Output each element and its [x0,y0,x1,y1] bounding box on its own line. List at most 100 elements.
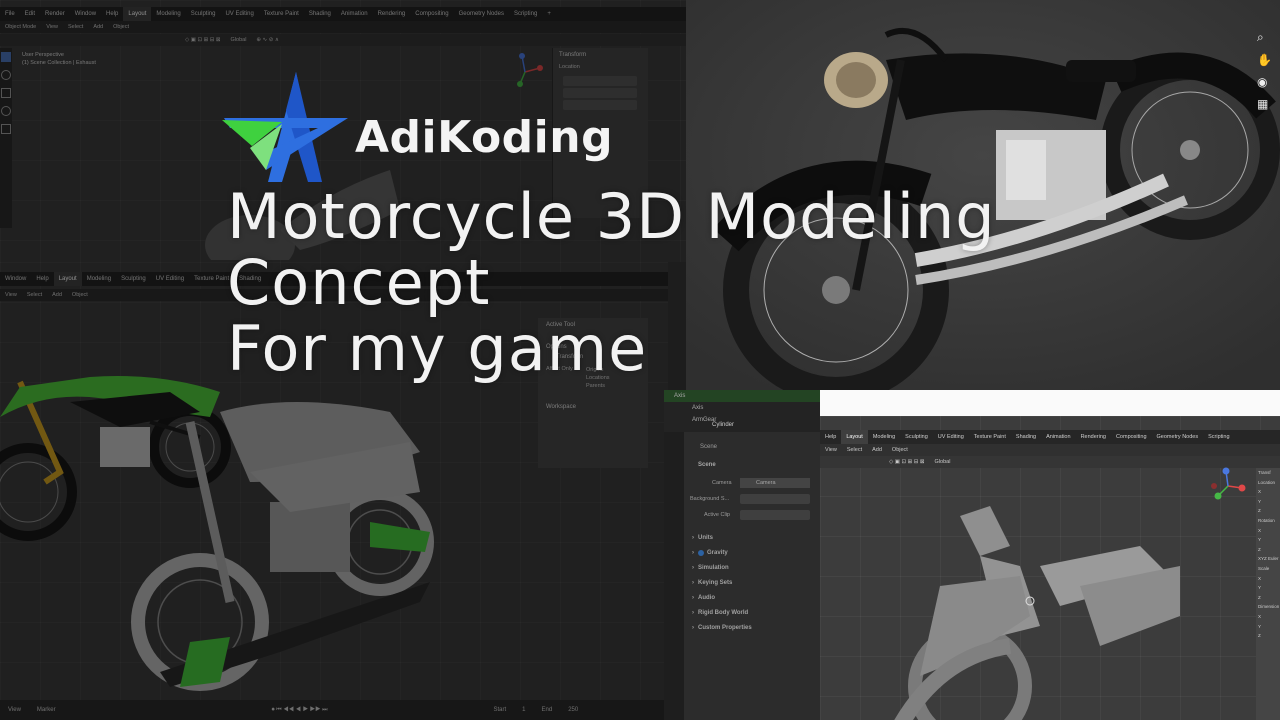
scale-tool-icon[interactable] [1,124,11,134]
section-gravity[interactable]: › Gravity [674,545,814,560]
tab-animation[interactable]: Animation [336,7,373,21]
tab-rendering[interactable]: Rendering [373,7,411,21]
menu-file[interactable]: File [0,7,20,21]
outliner-row[interactable]: Axis [664,390,820,402]
tab-modeling[interactable]: Modeling [151,7,185,21]
add-workspace-icon[interactable]: + [542,7,556,21]
active-clip-field[interactable] [740,510,810,520]
pivot-icons[interactable]: ⊕ ∿ ⊘ ∧ [251,37,283,43]
navigation-gizmo-3[interactable] [1208,466,1248,506]
object-menu[interactable]: Object [108,24,134,30]
outliner-row-cylinder[interactable]: Cylinder [712,422,734,428]
navigation-gizmo[interactable] [500,50,550,90]
tab-layout[interactable]: Layout [123,7,152,21]
loc-z[interactable]: Z [1258,506,1280,516]
tab-sculpting-2[interactable]: Sculpting [116,272,151,286]
tab-animation-3[interactable]: Animation [1041,430,1075,444]
playback-controls[interactable]: ⏺ ⏮ ◀◀ ◀ ▶ ▶▶ ⏭ [264,707,336,714]
tab-scripting-3[interactable]: Scripting [1203,430,1234,444]
menu-help-2[interactable]: Help [31,272,53,286]
rot-x[interactable]: X [1258,526,1280,536]
view-menu[interactable]: View [41,24,63,30]
menu-edit[interactable]: Edit [20,7,40,21]
view-menu-2[interactable]: View [0,292,22,298]
menu-render[interactable]: Render [40,7,70,21]
timeline-view-menu[interactable]: View [0,707,29,713]
timeline-start-value[interactable]: 1 [514,707,533,713]
tab-layout-2[interactable]: Layout [53,272,82,286]
scene-section-header[interactable]: Scene [698,462,716,468]
tab-modeling-2[interactable]: Modeling [82,272,116,286]
tab-compositing-3[interactable]: Compositing [1111,430,1152,444]
snap-icons[interactable]: ◇ ▣ ⊡ ⊞ ⊟ ⊠ [180,37,226,43]
menu-help[interactable]: Help [101,7,123,21]
tab-uv-editing-2[interactable]: UV Editing [151,272,189,286]
object-menu-3[interactable]: Object [887,447,913,453]
outliner-row[interactable]: Axis [664,402,820,414]
section-units[interactable]: › Units [674,530,814,545]
rotation-mode-select[interactable]: XYZ Euler [1258,554,1280,564]
tab-texture-paint[interactable]: Texture Paint [259,7,304,21]
menu-help-3[interactable]: Help [820,430,841,444]
tab-modeling-3[interactable]: Modeling [868,430,900,444]
loc-x[interactable]: X [1258,487,1280,497]
object-mode-select[interactable]: Object Mode [0,24,41,30]
loc-y[interactable]: Y [1258,497,1280,507]
scale-y[interactable]: Y [1258,583,1280,593]
pan-hand-icon[interactable]: ✋ [1257,53,1272,67]
location-x-field[interactable] [563,76,637,86]
section-keying-sets[interactable]: › Keying Sets [674,575,814,590]
transform-orientation-select[interactable]: Global [226,37,252,43]
tab-shading-3[interactable]: Shading [1011,430,1041,444]
select-tool-icon[interactable] [1,52,11,62]
rot-z[interactable]: Z [1258,545,1280,555]
section-simulation[interactable]: › Simulation [674,560,814,575]
timeline-end-value[interactable]: 250 [560,707,586,713]
camera-field[interactable]: Camera [740,478,810,488]
tab-compositing[interactable]: Compositing [410,7,453,21]
dim-y[interactable]: Y [1258,622,1280,632]
section-custom-properties[interactable]: › Custom Properties [674,620,814,635]
select-menu-3[interactable]: Select [842,447,867,453]
rot-y[interactable]: Y [1258,535,1280,545]
add-menu[interactable]: Add [88,24,108,30]
object-menu-2[interactable]: Object [67,292,93,298]
cursor-tool-icon[interactable] [1,70,11,80]
select-menu-2[interactable]: Select [22,292,47,298]
snap-icons-3[interactable]: ◇ ▣ ⊡ ⊞ ⊟ ⊠ [884,459,930,465]
add-menu-3[interactable]: Add [867,447,887,453]
tab-uv-editing-3[interactable]: UV Editing [933,430,969,444]
tab-sculpting-3[interactable]: Sculpting [900,430,933,444]
grid-icon[interactable]: ▦ [1257,97,1272,111]
transform-orientation-3[interactable]: Global [930,459,956,465]
outliner-row[interactable]: ArmGear [664,414,820,426]
tab-sculpting[interactable]: Sculpting [186,7,221,21]
tab-uv-editing[interactable]: UV Editing [220,7,258,21]
add-menu-2[interactable]: Add [47,292,67,298]
dim-x[interactable]: X [1258,612,1280,622]
tab-layout-3[interactable]: Layout [841,430,868,444]
menu-window-2[interactable]: Window [0,272,31,286]
rotate-tool-icon[interactable] [1,106,11,116]
tab-geometry-nodes-3[interactable]: Geometry Nodes [1152,430,1204,444]
tab-texture-paint-3[interactable]: Texture Paint [969,430,1011,444]
select-menu[interactable]: Select [63,24,88,30]
tab-geometry-nodes[interactable]: Geometry Nodes [454,7,509,21]
zoom-icon[interactable]: ⌕ [1257,30,1272,45]
scale-z[interactable]: Z [1258,593,1280,603]
view-menu-3[interactable]: View [820,447,842,453]
location-y-field[interactable] [563,88,637,98]
scale-x[interactable]: X [1258,574,1280,584]
section-audio[interactable]: › Audio [674,590,814,605]
camera-icon[interactable]: ◉ [1257,75,1272,89]
menu-window[interactable]: Window [70,7,101,21]
section-rigid-body-world[interactable]: › Rigid Body World [674,605,814,620]
tab-scripting[interactable]: Scripting [509,7,542,21]
timeline-marker-menu[interactable]: Marker [29,707,64,713]
tab-rendering-3[interactable]: Rendering [1076,430,1111,444]
location-z-field[interactable] [563,100,637,110]
move-tool-icon[interactable] [1,88,11,98]
dim-z[interactable]: Z [1258,631,1280,641]
tab-shading[interactable]: Shading [304,7,336,21]
background-scene-field[interactable] [740,494,810,504]
